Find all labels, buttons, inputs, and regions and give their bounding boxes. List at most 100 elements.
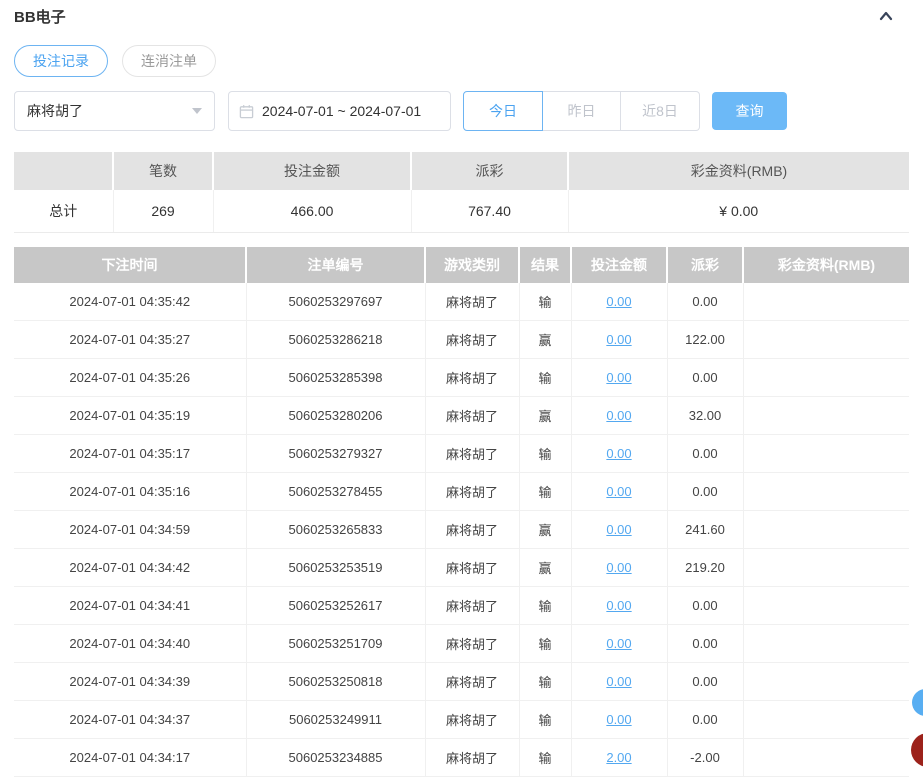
cell-order-id: 5060253286218 — [246, 321, 425, 359]
cell-payout: 32.00 — [667, 397, 743, 435]
date-range-value: 2024-07-01 ~ 2024-07-01 — [262, 103, 421, 119]
bet-amount-link[interactable]: 0.00 — [606, 674, 631, 689]
cell-time: 2024-07-01 04:35:42 — [14, 283, 246, 321]
cell-time: 2024-07-01 04:35:17 — [14, 435, 246, 473]
records-table: 下注时间 注单编号 游戏类别 结果 投注金额 派彩 彩金资料(RMB) 2024… — [14, 247, 909, 777]
cell-game: 麻将胡了 — [425, 663, 519, 701]
table-row: 2024-07-01 04:35:27 5060253286218 麻将胡了 赢… — [14, 321, 909, 359]
cell-result: 赢 — [519, 511, 571, 549]
cell-result: 输 — [519, 473, 571, 511]
bet-amount-link[interactable]: 0.00 — [606, 712, 631, 727]
records-header-payout: 派彩 — [667, 247, 743, 283]
game-select-value: 麻将胡了 — [27, 101, 83, 121]
record-type-tabs: 投注记录 连消注单 — [14, 45, 909, 77]
cell-result: 输 — [519, 739, 571, 777]
cell-result: 输 — [519, 587, 571, 625]
bet-amount-link[interactable]: 0.00 — [606, 408, 631, 423]
filter-bar: 麻将胡了 2024-07-01 ~ 2024-07-01 今日 昨日 近8日 查… — [14, 91, 909, 131]
records-header-time: 下注时间 — [14, 247, 246, 283]
bet-amount-link[interactable]: 0.00 — [606, 598, 631, 613]
cell-result: 输 — [519, 359, 571, 397]
records-header-order-id: 注单编号 — [246, 247, 425, 283]
cell-bonus — [743, 359, 909, 397]
table-row: 2024-07-01 04:35:16 5060253278455 麻将胡了 输… — [14, 473, 909, 511]
cell-time: 2024-07-01 04:34:41 — [14, 587, 246, 625]
cell-bonus — [743, 397, 909, 435]
records-header-bet: 投注金额 — [571, 247, 667, 283]
summary-table: 笔数 投注金额 派彩 彩金资料(RMB) 总计 269 466.00 767.4… — [14, 152, 909, 233]
bet-amount-link[interactable]: 0.00 — [606, 294, 631, 309]
cell-result: 输 — [519, 701, 571, 739]
cell-order-id: 5060253285398 — [246, 359, 425, 397]
cell-bonus — [743, 283, 909, 321]
table-row: 2024-07-01 04:35:17 5060253279327 麻将胡了 输… — [14, 435, 909, 473]
cell-bet: 0.00 — [571, 321, 667, 359]
cell-time: 2024-07-01 04:34:37 — [14, 701, 246, 739]
bet-amount-link[interactable]: 2.00 — [606, 750, 631, 765]
table-row: 2024-07-01 04:34:59 5060253265833 麻将胡了 赢… — [14, 511, 909, 549]
cell-payout: 0.00 — [667, 435, 743, 473]
cell-time: 2024-07-01 04:34:17 — [14, 739, 246, 777]
chevron-up-icon — [877, 13, 895, 28]
cell-order-id: 5060253280206 — [246, 397, 425, 435]
cell-result: 赢 — [519, 397, 571, 435]
cell-time: 2024-07-01 04:35:19 — [14, 397, 246, 435]
page-title: BB电子 — [14, 6, 66, 27]
cell-game: 麻将胡了 — [425, 549, 519, 587]
summary-header-payout: 派彩 — [411, 152, 568, 190]
cell-time: 2024-07-01 04:34:40 — [14, 625, 246, 663]
range-last8days-button[interactable]: 近8日 — [621, 91, 700, 131]
summary-header-bonus: 彩金资料(RMB) — [568, 152, 909, 190]
tab-cancelled-orders[interactable]: 连消注单 — [122, 45, 216, 77]
table-row: 2024-07-01 04:35:42 5060253297697 麻将胡了 输… — [14, 283, 909, 321]
collapse-section-button[interactable] — [877, 7, 895, 25]
tab-bet-records[interactable]: 投注记录 — [14, 45, 108, 77]
cell-result: 赢 — [519, 549, 571, 587]
cell-bonus — [743, 321, 909, 359]
cell-bet: 0.00 — [571, 359, 667, 397]
cell-result: 输 — [519, 663, 571, 701]
cell-payout: 0.00 — [667, 359, 743, 397]
cell-time: 2024-07-01 04:35:26 — [14, 359, 246, 397]
bet-amount-link[interactable]: 0.00 — [606, 560, 631, 575]
cell-game: 麻将胡了 — [425, 397, 519, 435]
page-header: BB电子 — [14, 5, 909, 27]
search-button[interactable]: 查询 — [712, 92, 787, 130]
summary-header-blank — [14, 152, 113, 190]
cell-bet: 0.00 — [571, 701, 667, 739]
bet-amount-link[interactable]: 0.00 — [606, 484, 631, 499]
cell-bet: 0.00 — [571, 283, 667, 321]
records-tbody: 2024-07-01 04:35:42 5060253297697 麻将胡了 输… — [14, 283, 909, 777]
cell-result: 输 — [519, 625, 571, 663]
range-today-button[interactable]: 今日 — [463, 91, 543, 131]
cell-game: 麻将胡了 — [425, 587, 519, 625]
bet-amount-link[interactable]: 0.00 — [606, 636, 631, 651]
game-select[interactable]: 麻将胡了 — [14, 91, 215, 131]
table-row: 2024-07-01 04:35:26 5060253285398 麻将胡了 输… — [14, 359, 909, 397]
date-range-picker[interactable]: 2024-07-01 ~ 2024-07-01 — [228, 91, 451, 131]
bet-amount-link[interactable]: 0.00 — [606, 522, 631, 537]
cell-bonus — [743, 701, 909, 739]
bet-amount-link[interactable]: 0.00 — [606, 332, 631, 347]
summary-total-row: 总计 269 466.00 767.40 ¥ 0.00 — [14, 190, 909, 232]
cell-time: 2024-07-01 04:34:59 — [14, 511, 246, 549]
cell-payout: 0.00 — [667, 663, 743, 701]
cell-order-id: 5060253278455 — [246, 473, 425, 511]
cell-bet: 0.00 — [571, 473, 667, 511]
cell-order-id: 5060253249911 — [246, 701, 425, 739]
cell-time: 2024-07-01 04:35:27 — [14, 321, 246, 359]
summary-header-row: 笔数 投注金额 派彩 彩金资料(RMB) — [14, 152, 909, 190]
table-row: 2024-07-01 04:34:41 5060253252617 麻将胡了 输… — [14, 587, 909, 625]
bet-amount-link[interactable]: 0.00 — [606, 446, 631, 461]
cell-bet: 2.00 — [571, 739, 667, 777]
cell-payout: 0.00 — [667, 587, 743, 625]
cell-order-id: 5060253250818 — [246, 663, 425, 701]
summary-total-bonus: ¥ 0.00 — [568, 190, 909, 232]
cell-time: 2024-07-01 04:35:16 — [14, 473, 246, 511]
range-yesterday-button[interactable]: 昨日 — [543, 91, 621, 131]
bet-amount-link[interactable]: 0.00 — [606, 370, 631, 385]
cell-payout: 122.00 — [667, 321, 743, 359]
summary-total-label: 总计 — [14, 190, 113, 232]
summary-header-count: 笔数 — [113, 152, 213, 190]
cell-order-id: 5060253265833 — [246, 511, 425, 549]
